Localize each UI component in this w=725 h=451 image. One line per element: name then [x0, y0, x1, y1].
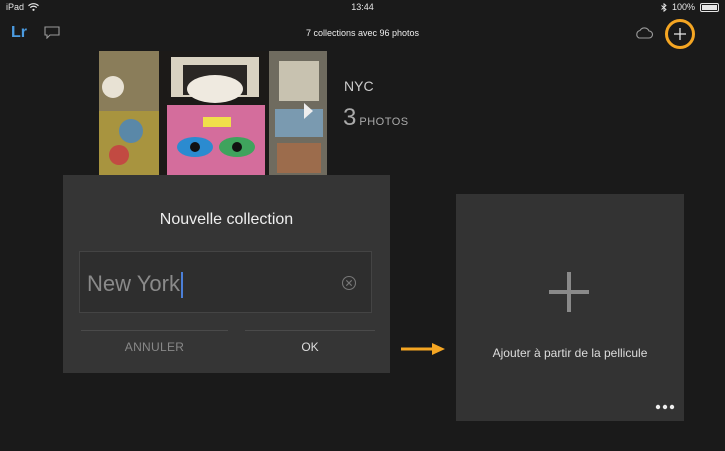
status-time: 13:44 — [351, 2, 374, 12]
page-title: 7 collections avec 96 photos — [305, 28, 420, 38]
cloud-icon[interactable] — [634, 26, 654, 40]
arrow-right-icon — [401, 343, 445, 355]
cancel-button[interactable]: ANNULER — [81, 340, 228, 364]
collection-name-input[interactable]: New York — [79, 251, 372, 313]
plus-icon — [549, 272, 589, 312]
text-caret — [180, 272, 183, 299]
battery-percent: 100% — [671, 2, 695, 12]
ok-button[interactable]: OK — [245, 340, 375, 364]
bluetooth-icon — [661, 2, 667, 12]
graffiti-photo — [99, 51, 327, 177]
divider — [245, 330, 375, 331]
input-value: New York — [87, 271, 180, 296]
plus-icon — [674, 28, 686, 40]
more-icon[interactable] — [655, 404, 675, 410]
dialog-title: Nouvelle collection — [159, 211, 294, 228]
add-from-camera-roll-tile[interactable]: Ajouter à partir de la pellicule — [456, 194, 684, 421]
photo-count: 3 — [343, 104, 357, 131]
toolbar: Lr 7 collections avec 96 photos — [0, 18, 725, 50]
collection-count: 3 PHOTOS — [343, 104, 409, 132]
photo-count-unit: PHOTOS — [359, 116, 409, 128]
add-collection-button[interactable] — [665, 19, 695, 49]
collection-name: NYC — [344, 78, 374, 94]
collection-thumbnail[interactable] — [99, 51, 327, 177]
new-collection-dialog: Nouvelle collection New York ANNULER OK — [63, 175, 390, 373]
add-tile-label: Ajouter à partir de la pellicule — [492, 346, 648, 360]
battery-icon — [700, 2, 719, 12]
status-bar: iPad 13:44 100% — [0, 0, 725, 14]
clear-icon[interactable] — [341, 275, 357, 291]
divider — [81, 330, 228, 331]
